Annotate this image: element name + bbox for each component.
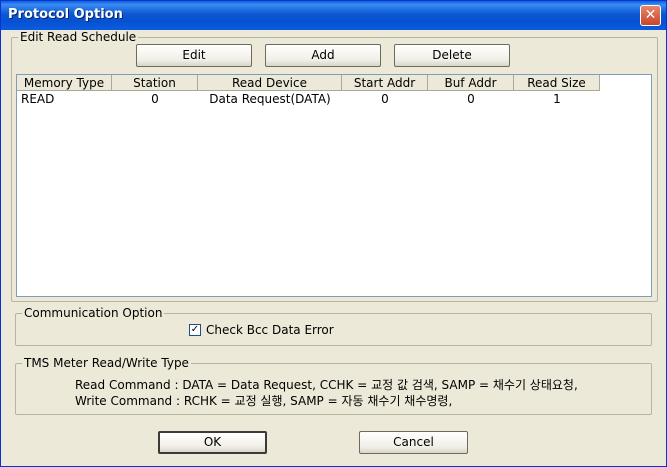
read-schedule-list[interactable]: Memory Type Station Read Device Start Ad… (16, 74, 652, 297)
cell-start-addr: 0 (381, 92, 389, 106)
communication-option-label: Communication Option (22, 306, 165, 320)
column-header-station[interactable]: Station (112, 75, 198, 91)
cell-read-device: Data Request(DATA) (209, 92, 331, 106)
check-icon: ✓ (190, 324, 200, 335)
edit-button[interactable]: Edit (136, 44, 252, 67)
title-bar[interactable]: Protocol Option ✕ (1, 1, 666, 30)
column-header-buf-addr[interactable]: Buf Addr (428, 75, 514, 91)
protocol-option-dialog: Protocol Option ✕ Edit Read Schedule Edi… (0, 0, 667, 467)
edit-read-schedule-label: Edit Read Schedule (18, 30, 139, 44)
cell-station: 0 (151, 92, 159, 106)
column-header-memory-type[interactable]: Memory Type (17, 75, 112, 91)
delete-button[interactable]: Delete (394, 44, 510, 67)
cancel-button[interactable]: Cancel (359, 431, 468, 454)
column-header-read-size[interactable]: Read Size (514, 75, 600, 91)
check-bcc-checkbox[interactable]: ✓ (189, 324, 201, 336)
cell-read-size: 1 (553, 92, 561, 106)
write-command-text: Write Command : RCHK = 교정 실행, SAMP = 자동 … (75, 394, 453, 408)
close-button[interactable]: ✕ (640, 5, 661, 26)
tms-meter-label: TMS Meter Read/Write Type (22, 356, 191, 370)
cell-buf-addr: 0 (467, 92, 475, 106)
column-header-read-device[interactable]: Read Device (198, 75, 342, 91)
read-command-text: Read Command : DATA = Data Request, CCHK… (75, 378, 578, 392)
check-bcc-label[interactable]: Check Bcc Data Error (206, 323, 334, 337)
cell-memory-type: READ (21, 92, 55, 106)
ok-button[interactable]: OK (158, 431, 267, 454)
add-button[interactable]: Add (265, 44, 381, 67)
close-icon: ✕ (644, 7, 657, 23)
column-header-start-addr[interactable]: Start Addr (342, 75, 428, 91)
window-title: Protocol Option (8, 7, 123, 22)
